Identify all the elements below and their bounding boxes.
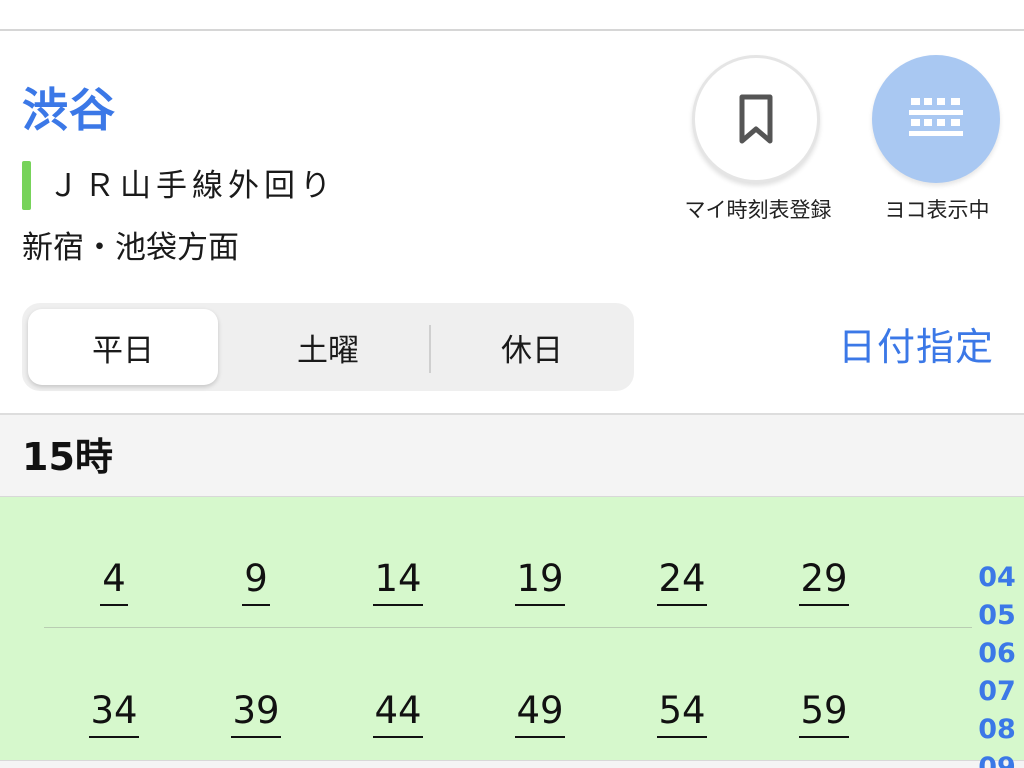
direction-label: 新宿・池袋方面 <box>22 230 239 266</box>
hour-index-item[interactable]: 08 <box>970 714 1024 752</box>
departure-minute[interactable]: 9 <box>211 556 301 606</box>
hour-index-item[interactable]: 04 <box>970 562 1024 600</box>
top-divider <box>0 29 1024 31</box>
departure-minute[interactable]: 34 <box>69 688 159 738</box>
my-timetable-register-button[interactable] <box>692 55 820 183</box>
departure-minute[interactable]: 29 <box>779 556 869 606</box>
departure-minute[interactable]: 4 <box>69 556 159 606</box>
hour-index-item[interactable]: 06 <box>970 638 1024 676</box>
day-type-segmented-control: 平日 土曜 休日 <box>22 303 634 391</box>
hour-index-scrubber: 04 05 06 07 08 09 <box>970 562 1024 768</box>
departure-minute[interactable]: 14 <box>353 556 443 606</box>
my-timetable-register-label: マイ時刻表登録 <box>684 198 832 222</box>
hour-index-item[interactable]: 09 <box>970 752 1024 768</box>
next-hour-header <box>0 760 1024 768</box>
hour-index-item[interactable]: 07 <box>970 676 1024 714</box>
departure-minute[interactable]: 59 <box>779 688 869 738</box>
row-divider <box>44 627 972 628</box>
hour-index-item[interactable]: 05 <box>970 600 1024 638</box>
horizontal-grid-icon <box>909 98 963 136</box>
tab-weekday[interactable]: 平日 <box>28 309 218 385</box>
horizontal-display-label: ヨコ表示中 <box>884 198 990 222</box>
tab-saturday[interactable]: 土曜 <box>226 309 430 385</box>
timetable-screen: 渋谷 ＪＲ山手線外回り 新宿・池袋方面 マイ時刻表登録 ヨコ表示中 平日 土曜 … <box>0 0 1024 768</box>
line-color-bar <box>22 161 31 210</box>
hour-label: 15時 <box>22 435 113 479</box>
station-name: 渋谷 <box>22 83 116 137</box>
tab-holiday[interactable]: 休日 <box>430 309 634 385</box>
departure-minute[interactable]: 24 <box>637 556 727 606</box>
line-name: ＪＲ山手線外回り <box>48 168 336 204</box>
departure-minute[interactable]: 54 <box>637 688 727 738</box>
departure-minute[interactable]: 49 <box>495 688 585 738</box>
departure-minute[interactable]: 44 <box>353 688 443 738</box>
departure-minute[interactable]: 39 <box>211 688 301 738</box>
bookmark-icon <box>739 94 773 144</box>
date-select-link[interactable]: 日付指定 <box>838 318 994 376</box>
minute-grid: 4 9 14 19 24 29 34 39 44 49 54 59 <box>0 497 1024 760</box>
departure-minute[interactable]: 19 <box>495 556 585 606</box>
horizontal-display-button[interactable] <box>872 55 1000 183</box>
hour-header: 15時 <box>0 413 1024 497</box>
